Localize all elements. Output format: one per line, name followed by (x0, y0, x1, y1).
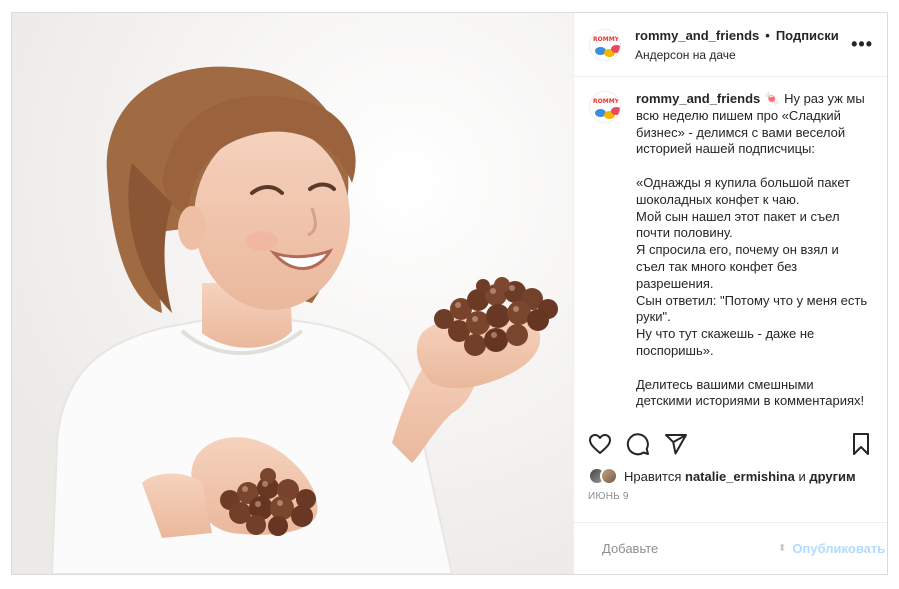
post-date[interactable]: Июнь 9 (574, 488, 887, 514)
comment-icon[interactable] (626, 432, 650, 456)
comment-input[interactable] (602, 541, 778, 556)
caption-area: ROMMY rommy_and_friends 🍬 Ну раз уж мы вс… (574, 77, 887, 424)
caption-text: Ну раз уж мы всю неделю пишем про «Сладк… (636, 91, 868, 409)
separator-dot: • (765, 27, 770, 43)
avatar-logo-text: ROMMY (593, 35, 620, 43)
share-icon[interactable] (664, 432, 688, 456)
bookmark-icon[interactable] (849, 432, 873, 456)
expand-arrows-icon: ⬍ (778, 543, 787, 554)
post-location[interactable]: Андерсон на даче (635, 48, 851, 62)
likes-prefix: Нравится (624, 468, 682, 484)
candy-emoji-icon: 🍬 (764, 91, 781, 106)
post-image[interactable] (12, 13, 574, 574)
liker-avatar[interactable] (600, 467, 618, 485)
likes-connector: и (798, 468, 806, 484)
likes-others-link[interactable]: другим (809, 469, 855, 484)
author-username[interactable]: rommy_and_friends (635, 28, 759, 43)
heart-icon[interactable] (588, 432, 612, 456)
caption-author-avatar[interactable]: ROMMY (589, 91, 621, 123)
action-bar (574, 424, 887, 464)
caption: rommy_and_friends 🍬 Ну раз уж мы всю неде… (636, 91, 871, 424)
post-header: ROMMY rommy_and_friends • Подписки Андер… (574, 13, 887, 77)
more-options-icon[interactable]: ••• (851, 34, 873, 55)
post-card: ROMMY rommy_and_friends • Подписки Андер… (11, 12, 888, 575)
caption-avatar-logo-text: ROMMY (593, 98, 620, 105)
publish-button[interactable]: Опубликовать (792, 541, 885, 556)
likes-summary: Нравится natalie_ermishina и другим (574, 464, 887, 488)
chocolate-balls-lower (220, 468, 316, 536)
liker-username[interactable]: natalie_ermishina (685, 469, 795, 484)
post-side-panel: ROMMY rommy_and_friends • Подписки Андер… (574, 13, 887, 574)
comment-composer: ⬍ Опубликовать (574, 522, 887, 574)
caption-username[interactable]: rommy_and_friends (636, 91, 760, 106)
author-avatar[interactable]: ROMMY (589, 28, 621, 61)
following-button[interactable]: Подписки (776, 28, 839, 43)
